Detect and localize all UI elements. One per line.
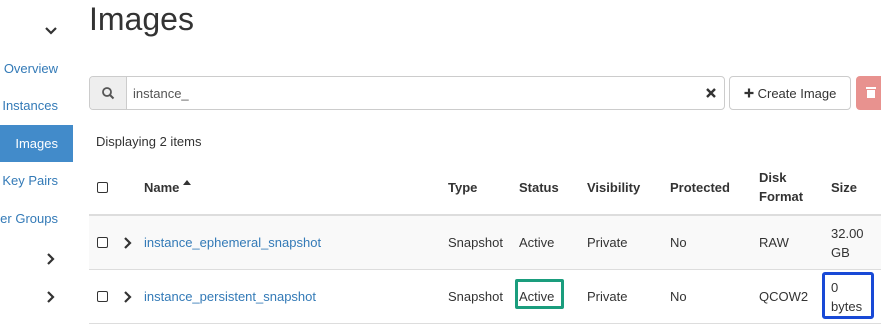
- image-status: Active: [519, 235, 555, 250]
- column-header-type: Type: [448, 179, 478, 195]
- sidebar-item-overview[interactable]: Overview: [0, 50, 73, 87]
- table-row: instance_persistent_snapshot Snapshot Ac…: [89, 270, 881, 324]
- create-image-label: Create Image: [757, 85, 837, 101]
- trash-icon: [866, 86, 876, 101]
- size-highlight-box: [822, 272, 874, 319]
- sidebar: Overview Instances Images Key Pairs Serv…: [0, 0, 73, 327]
- table-header: Name Type Status Visibility Protected Di…: [89, 160, 881, 216]
- search-group: [89, 76, 725, 110]
- sidebar-item-images[interactable]: Images: [0, 125, 73, 162]
- image-name-link[interactable]: instance_ephemeral_snapshot: [144, 216, 321, 269]
- delete-images-button[interactable]: [856, 76, 881, 110]
- image-size: 32.00 GB: [831, 225, 864, 260]
- row-checkbox[interactable]: [97, 270, 108, 323]
- expand-row-icon[interactable]: [123, 270, 133, 323]
- chevron-right-icon[interactable]: [44, 252, 58, 266]
- image-disk-format: RAW: [759, 235, 789, 250]
- sort-ascending-icon: [183, 179, 192, 185]
- column-header-visibility: Visibility: [587, 179, 641, 195]
- plus-icon: [744, 86, 754, 101]
- image-disk-format: QCOW2: [759, 289, 809, 304]
- image-type: Snapshot: [448, 289, 503, 304]
- status-highlight-box: [515, 279, 564, 309]
- sidebar-item-instances[interactable]: Instances: [0, 87, 73, 124]
- expand-row-icon[interactable]: [123, 216, 133, 269]
- table-row: instance_ephemeral_snapshot Snapshot Act…: [89, 216, 881, 270]
- sidebar-item-key-pairs[interactable]: Key Pairs: [0, 162, 73, 199]
- select-all-checkbox[interactable]: [97, 160, 108, 214]
- column-header-protected: Protected: [670, 179, 730, 195]
- column-header-size: Size: [831, 179, 858, 195]
- image-protected: No: [670, 289, 687, 304]
- chevron-down-icon[interactable]: [44, 24, 58, 38]
- item-count: Displaying 2 items: [96, 134, 202, 149]
- image-protected: No: [670, 235, 687, 250]
- image-visibility: Private: [587, 235, 628, 250]
- search-icon[interactable]: [90, 77, 127, 109]
- chevron-right-icon[interactable]: [44, 290, 58, 304]
- page-title: Images: [89, 1, 194, 37]
- column-header-name[interactable]: Name: [144, 160, 192, 214]
- image-type: Snapshot: [448, 235, 503, 250]
- clear-search-icon[interactable]: [698, 77, 724, 109]
- create-image-button[interactable]: Create Image: [729, 76, 851, 110]
- row-checkbox[interactable]: [97, 216, 108, 269]
- image-visibility: Private: [587, 289, 628, 304]
- column-header-status: Status: [519, 179, 559, 195]
- column-header-disk-format: Disk Format: [759, 170, 804, 204]
- image-name-link[interactable]: instance_persistent_snapshot: [144, 270, 316, 323]
- search-input[interactable]: [127, 77, 698, 109]
- sidebar-item-server-groups[interactable]: Server Groups: [0, 200, 73, 237]
